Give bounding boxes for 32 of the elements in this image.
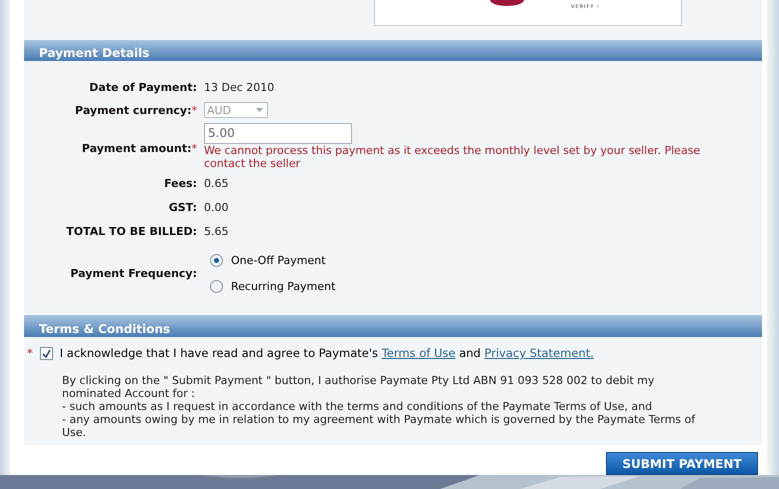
radio-button[interactable] bbox=[210, 254, 223, 267]
authorisation-text: - any amounts owing by me in relation to my agreement with Paymate which is governed by the Paymate Terms of Use. bbox=[62, 413, 696, 439]
field-value: 13 Dec 2010 bbox=[204, 80, 276, 94]
field-value: 0.00 bbox=[204, 200, 230, 214]
field-value: 0.65 bbox=[204, 176, 230, 190]
field-label: GST: bbox=[168, 200, 197, 214]
radio-button[interactable] bbox=[210, 280, 223, 293]
required-mark: * bbox=[27, 346, 33, 360]
authorisation-text: - such amounts as I request in accordance with the terms and conditions of the Paymate Terms of Use, and bbox=[62, 400, 654, 413]
field-label: Date of Payment: bbox=[88, 80, 197, 94]
terms-link[interactable]: Terms of Use bbox=[382, 346, 456, 360]
error-message: We cannot process this payment as it exceeds the monthly level set by your seller. Please contact the seller bbox=[204, 144, 702, 170]
radio-label: One-Off Payment bbox=[231, 254, 326, 267]
submit-button[interactable]: SUBMIT PAYMENT bbox=[606, 452, 758, 475]
radio-label: Recurring Payment bbox=[231, 280, 336, 293]
amount-input[interactable]: 5.00 bbox=[204, 122, 352, 144]
field-label: Payment amount:* bbox=[80, 142, 197, 155]
radio-option[interactable]: Recurring Payment bbox=[204, 273, 762, 300]
radio-option[interactable]: One-Off Payment bbox=[204, 247, 762, 274]
field-label: Payment Frequency: bbox=[69, 266, 197, 280]
acknowledge-text: I acknowledge that I have read and agree to Paymate's Terms of Use and Privacy Statement. bbox=[60, 346, 594, 360]
field-label: Payment currency:* bbox=[74, 104, 197, 117]
field-label: TOTAL TO BE BILLED: bbox=[65, 224, 197, 238]
section-header: Terms & Conditions bbox=[24, 315, 762, 337]
field-value: 5.65 bbox=[204, 224, 230, 238]
privacy-link[interactable]: Privacy Statement. bbox=[484, 346, 594, 360]
field-label: Fees: bbox=[163, 176, 197, 190]
caret-icon bbox=[256, 108, 263, 112]
section-header: Payment Details bbox=[24, 40, 762, 62]
logo-icon bbox=[490, 0, 524, 6]
authorisation-text: By clicking on the " Submit Payment " button, I authorise Paymate Pty Ltd ABN 91 093 528 002 to debit my nominated Account for : bbox=[62, 374, 656, 400]
checkbox[interactable] bbox=[40, 346, 53, 360]
